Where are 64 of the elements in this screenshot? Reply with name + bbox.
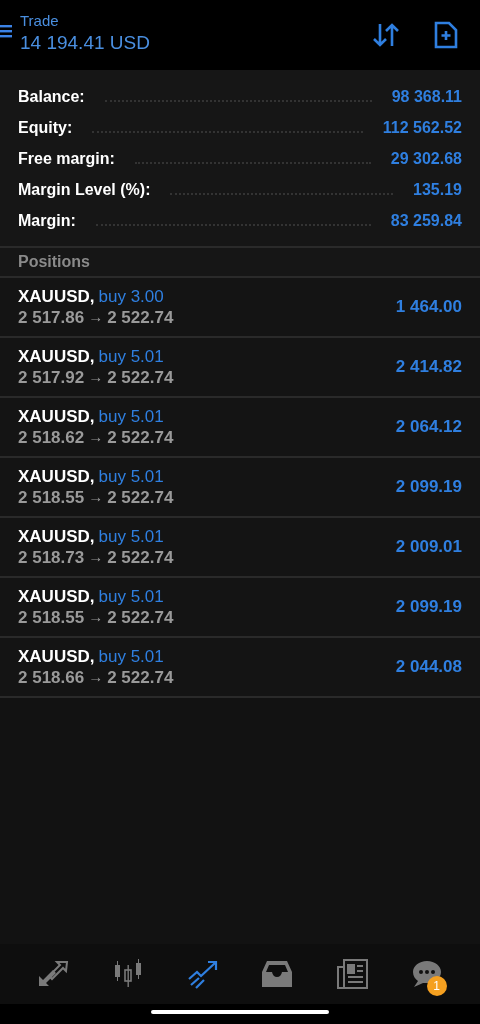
inbox-icon: [261, 960, 294, 988]
section-heading: Positions: [18, 252, 90, 272]
order-type: buy 5.01: [98, 465, 164, 487]
summary-label: Balance:: [18, 87, 85, 107]
arrow-glyph: →: [88, 488, 104, 507]
add-document-icon: [434, 21, 458, 49]
order-type: buy 5.01: [98, 525, 164, 547]
profit-value: 2 414.82: [395, 356, 462, 379]
current-price: 2 522.74: [107, 547, 174, 569]
sort-arrows-icon: [372, 22, 400, 48]
current-price: 2 522.74: [107, 427, 174, 449]
open-price: 2 518.73: [18, 547, 85, 569]
symbol-name: XAUUSD,: [18, 465, 95, 487]
arrow-glyph: →: [88, 428, 104, 447]
summary-value: 83 259.84: [390, 211, 462, 231]
current-price: 2 522.74: [107, 607, 174, 629]
symbol-name: XAUUSD,: [18, 645, 95, 667]
current-price: 2 522.74: [107, 487, 174, 509]
summary-value: 135.19: [413, 180, 462, 200]
profit-value: 1 464.00: [395, 296, 462, 319]
profit-total: 14 194.41 USD: [20, 30, 150, 55]
symbol-name: XAUUSD,: [18, 285, 95, 307]
summary-label: Margin Level (%):: [18, 180, 151, 200]
summary-label: Equity:: [18, 118, 73, 138]
summary-label: Free margin:: [18, 149, 115, 169]
symbol-name: XAUUSD,: [18, 345, 95, 367]
open-price: 2 518.62: [18, 427, 85, 449]
summary-value: 29 302.68: [390, 149, 462, 169]
current-price: 2 522.74: [107, 307, 174, 329]
open-price: 2 518.66: [18, 667, 85, 689]
candlestick-icon: [112, 959, 144, 989]
arrow-glyph: →: [88, 308, 104, 327]
summary-value: 98 368.11: [391, 87, 462, 107]
diagonal-arrows-icon: [37, 960, 70, 988]
profit-value: 2 009.01: [395, 536, 462, 559]
current-price: 2 522.74: [107, 667, 174, 689]
trend-lines-icon: [186, 959, 219, 989]
profit-value: 2 044.08: [395, 656, 462, 679]
symbol-name: XAUUSD,: [18, 585, 95, 607]
open-price: 2 518.55: [18, 607, 85, 629]
order-type: buy 5.01: [98, 405, 164, 427]
notification-badge: 1: [426, 976, 447, 996]
symbol-name: XAUUSD,: [18, 405, 95, 427]
order-type: buy 5.01: [98, 585, 164, 607]
arrow-glyph: →: [88, 608, 104, 627]
menu-icon[interactable]: [0, 23, 12, 39]
order-type: buy 3.00: [98, 285, 164, 307]
newspaper-icon: [335, 959, 368, 989]
profit-value: 2 099.19: [395, 596, 462, 619]
open-price: 2 517.92: [18, 367, 85, 389]
screen-title: Trade: [20, 11, 60, 31]
summary-label: Margin:: [18, 211, 76, 231]
current-price: 2 522.74: [107, 367, 174, 389]
arrow-glyph: →: [88, 668, 104, 687]
order-type: buy 5.01: [98, 345, 164, 367]
order-type: buy 5.01: [98, 645, 164, 667]
arrow-glyph: →: [88, 368, 104, 387]
symbol-name: XAUUSD,: [18, 525, 95, 547]
summary-value: 112 562.52: [382, 118, 462, 138]
arrow-glyph: →: [88, 548, 104, 567]
open-price: 2 518.55: [18, 487, 85, 509]
profit-value: 2 099.19: [395, 476, 462, 499]
open-price: 2 517.86: [18, 307, 85, 329]
profit-value: 2 064.12: [395, 416, 462, 439]
